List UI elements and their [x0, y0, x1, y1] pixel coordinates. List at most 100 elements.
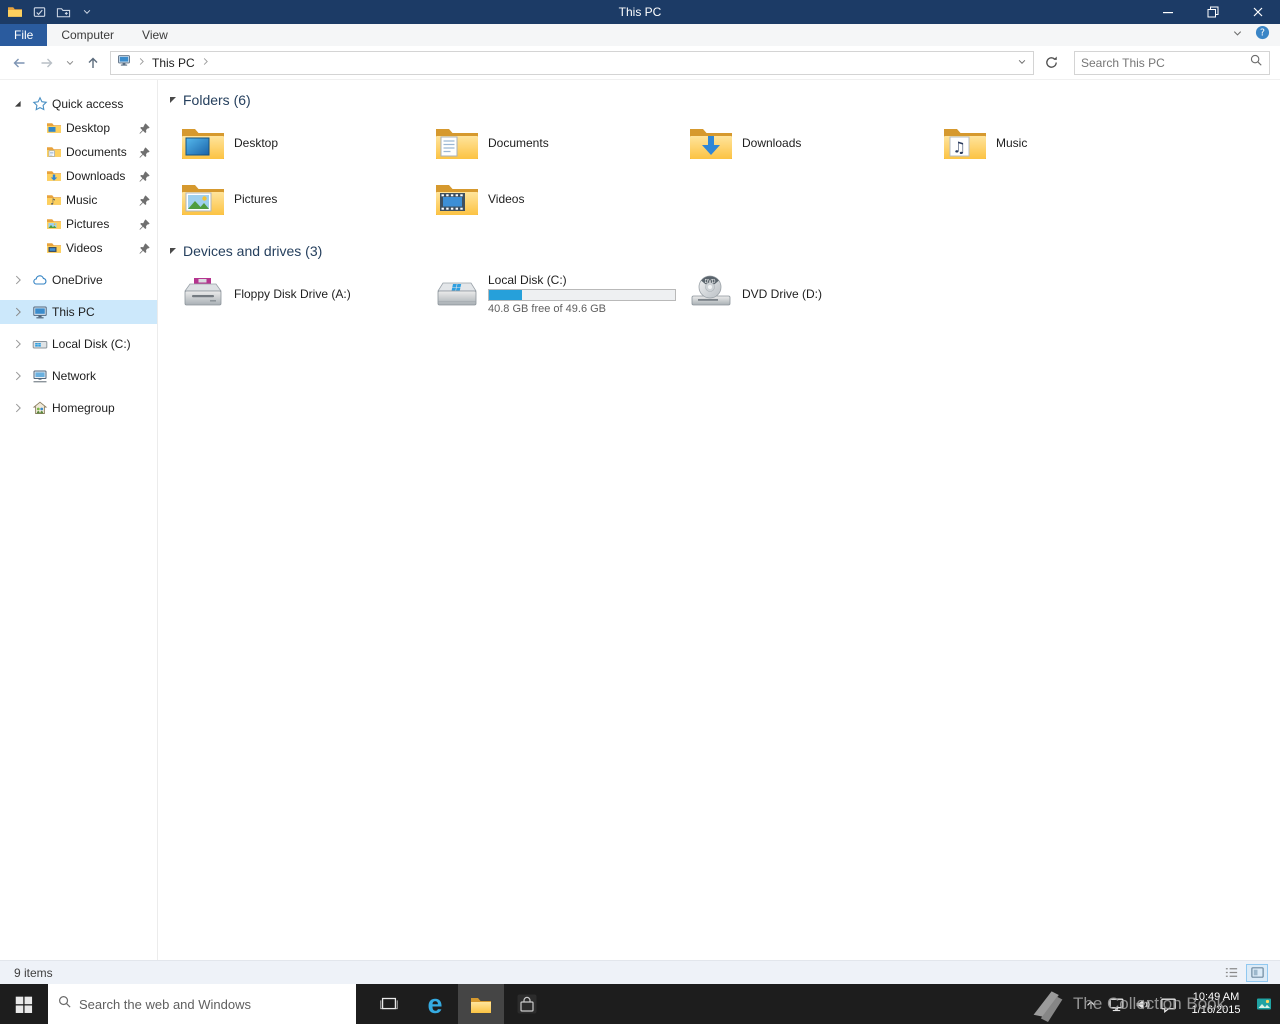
sidebar-item-label: Downloads: [66, 169, 126, 183]
ribbon-collapse-icon[interactable]: [1232, 26, 1243, 44]
search-icon: [57, 994, 72, 1014]
collapsed-chevron-icon[interactable]: [11, 337, 25, 351]
folder-tile-pictures[interactable]: Pictures: [170, 171, 424, 227]
svg-text:?: ?: [1260, 28, 1265, 39]
pin-icon: [138, 218, 151, 231]
sidebar-item-label: Documents: [66, 145, 127, 159]
ribbon-right-controls: ?: [1232, 24, 1280, 46]
this-pc-icon: [32, 304, 48, 320]
taskbar-search-input[interactable]: [79, 996, 347, 1012]
sidebar-item-downloads[interactable]: Downloads: [0, 164, 157, 188]
collapsed-chevron-icon[interactable]: [11, 401, 25, 415]
folder-tile-desktop[interactable]: Desktop: [170, 115, 424, 171]
details-view-icon[interactable]: [1220, 964, 1242, 982]
drive-tile-floppy-a[interactable]: Floppy Disk Drive (A:): [170, 266, 424, 322]
store-button[interactable]: [504, 984, 550, 1024]
tile-label: Downloads: [742, 136, 802, 150]
collapsed-chevron-icon[interactable]: [11, 305, 25, 319]
downloads-folder-icon: [46, 168, 62, 184]
homegroup-icon: [32, 400, 48, 416]
new-folder-icon[interactable]: [52, 1, 74, 23]
search-icon[interactable]: [1249, 53, 1263, 72]
taskbar-clock[interactable]: 10:49 AM 1/16/2015: [1182, 991, 1250, 1017]
drive-tile-dvd-d[interactable]: DVD DVD Drive (D:): [678, 266, 932, 322]
search-box[interactable]: [1074, 50, 1270, 75]
window-title: This PC: [618, 5, 662, 19]
tray-expand-chevron-icon[interactable]: [1078, 984, 1103, 1024]
sidebar-item-network[interactable]: Network: [0, 364, 157, 388]
restore-button[interactable]: [1190, 0, 1235, 24]
minimize-button[interactable]: [1145, 0, 1190, 24]
drive-label: Local Disk (C:): [488, 273, 567, 287]
tab-view[interactable]: View: [128, 24, 182, 46]
start-button[interactable]: [0, 984, 48, 1024]
pin-icon: [138, 194, 151, 207]
sidebar-item-pictures[interactable]: Pictures: [0, 212, 157, 236]
drive-tile-local-disk-c[interactable]: Local Disk (C:) 40.8 GB free of 49.6 GB: [424, 266, 678, 322]
taskbar-search-box[interactable]: [48, 984, 356, 1024]
ribbon-tabs: File Computer View ?: [0, 24, 1280, 46]
window-body: Quick access Desktop Documents Downloads…: [0, 80, 1280, 960]
tile-label: Documents: [488, 136, 549, 150]
desktop-folder-icon: [46, 120, 62, 136]
sidebar-item-music[interactable]: ♪ Music: [0, 188, 157, 212]
task-view-button[interactable]: [366, 984, 412, 1024]
sidebar-item-videos[interactable]: Videos: [0, 236, 157, 260]
sidebar-item-homegroup[interactable]: Homegroup: [0, 396, 157, 420]
volume-tray-icon[interactable]: [1130, 984, 1155, 1024]
close-button[interactable]: [1235, 0, 1280, 24]
status-bar: 9 items: [0, 960, 1280, 984]
collection-book-logo-icon: [1251, 984, 1276, 1024]
address-toolbar: This PC: [0, 46, 1280, 80]
svg-text:♪: ♪: [50, 198, 55, 208]
folder-tile-downloads[interactable]: Downloads: [678, 115, 932, 171]
group-header-folders[interactable]: Folders (6): [170, 90, 1280, 110]
collapsed-chevron-icon[interactable]: [11, 369, 25, 383]
documents-folder-icon: [46, 144, 62, 160]
sidebar-item-this-pc[interactable]: This PC: [0, 300, 157, 324]
address-bar[interactable]: This PC: [110, 50, 1034, 75]
qat-dropdown-icon[interactable]: [76, 1, 98, 23]
edge-button[interactable]: e: [412, 984, 458, 1024]
tile-label: Videos: [488, 192, 525, 206]
tab-computer[interactable]: Computer: [47, 24, 128, 46]
tab-file[interactable]: File: [0, 24, 48, 46]
watermark-logo-icon: [1033, 991, 1063, 1022]
properties-icon[interactable]: [28, 1, 50, 23]
this-pc-icon: [117, 53, 131, 72]
folder-tile-videos[interactable]: Videos: [424, 171, 678, 227]
search-input[interactable]: [1081, 55, 1249, 70]
breadcrumb-chevron-icon[interactable]: [200, 54, 211, 72]
network-icon: [32, 368, 48, 384]
pin-icon: [138, 146, 151, 159]
sidebar-item-desktop[interactable]: Desktop: [0, 116, 157, 140]
recent-locations-icon[interactable]: [62, 50, 78, 76]
sidebar-item-local-disk-c[interactable]: Local Disk (C:): [0, 332, 157, 356]
folder-tile-documents[interactable]: Documents: [424, 115, 678, 171]
sidebar-item-quick-access[interactable]: Quick access: [0, 92, 157, 116]
action-center-icon[interactable]: [1156, 984, 1181, 1024]
explorer-app-icon[interactable]: [4, 1, 26, 23]
thumbnails-view-icon[interactable]: [1246, 963, 1268, 982]
sidebar-item-documents[interactable]: Documents: [0, 140, 157, 164]
refresh-button[interactable]: [1038, 51, 1064, 75]
group-collapse-icon[interactable]: [170, 248, 176, 254]
forward-button[interactable]: [34, 50, 60, 76]
breadcrumb[interactable]: This PC: [152, 56, 195, 70]
drive-label: Floppy Disk Drive (A:): [234, 287, 351, 301]
folder-tile-music[interactable]: ♫ Music: [932, 115, 1186, 171]
expanded-chevron-icon[interactable]: [11, 97, 25, 111]
collapsed-chevron-icon[interactable]: [11, 273, 25, 287]
address-dropdown-icon[interactable]: [1017, 54, 1027, 72]
clock-time: 10:49 AM: [1192, 991, 1240, 1003]
network-tray-icon[interactable]: [1104, 984, 1129, 1024]
help-icon[interactable]: ?: [1255, 25, 1270, 45]
up-button[interactable]: [80, 50, 106, 76]
group-collapse-icon[interactable]: [170, 97, 176, 103]
file-explorer-button[interactable]: [458, 984, 504, 1024]
capacity-bar-fill: [489, 290, 523, 300]
breadcrumb-separator-icon[interactable]: [136, 54, 147, 72]
sidebar-item-onedrive[interactable]: OneDrive: [0, 268, 157, 292]
back-button[interactable]: [6, 50, 32, 76]
group-header-devices[interactable]: Devices and drives (3): [170, 241, 1280, 261]
